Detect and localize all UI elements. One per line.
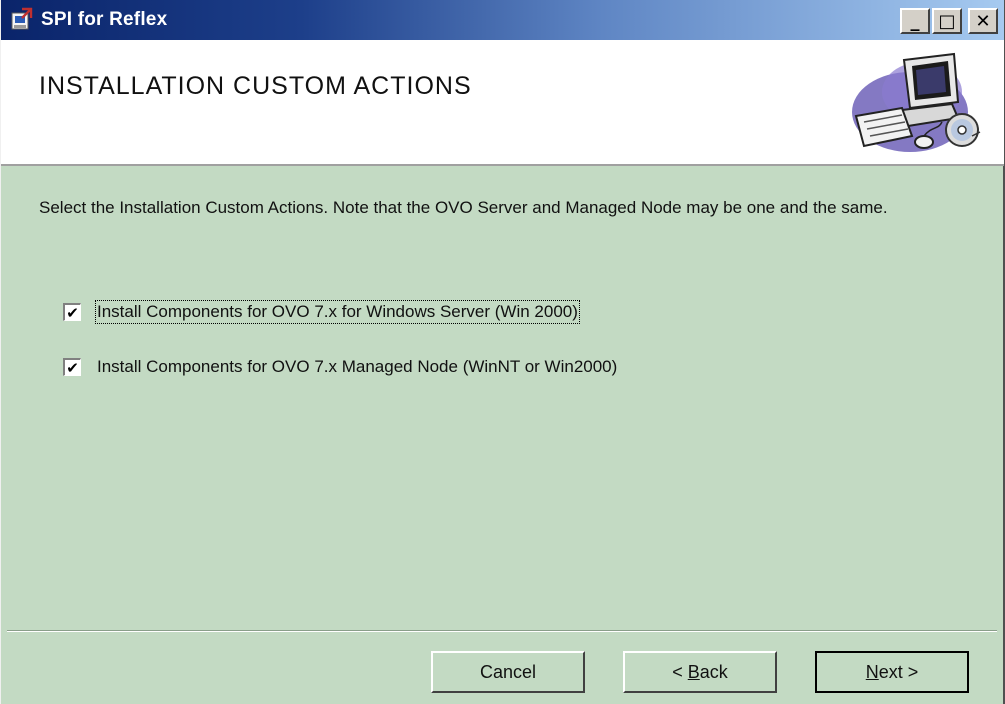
wizard-header: INSTALLATION CUSTOM ACTIONS — [1, 40, 1004, 166]
back-button[interactable]: < Back — [623, 651, 777, 693]
minimize-button[interactable]: _ — [900, 8, 930, 34]
checkmark-icon: ✔ — [66, 358, 79, 377]
installer-app-icon[interactable] — [9, 7, 35, 33]
managed-node-checkbox[interactable]: ✔ — [63, 358, 81, 377]
managed-node-label[interactable]: Install Components for OVO 7.x Managed N… — [97, 357, 617, 377]
back-button-label: < Back — [672, 661, 728, 682]
win-server-checkbox[interactable]: ✔ — [63, 303, 81, 322]
window-controls: _ □ ✕ — [900, 8, 998, 34]
next-button-label: Next > — [865, 661, 919, 682]
close-button[interactable]: ✕ — [968, 8, 998, 34]
option-managed-node[interactable]: ✔ Install Components for OVO 7.x Managed… — [63, 357, 617, 377]
installer-window: SPI for Reflex _ □ ✕ INSTALLATION CUSTOM… — [0, 0, 1005, 704]
win-server-label[interactable]: Install Components for OVO 7.x for Windo… — [95, 300, 580, 324]
checkmark-icon: ✔ — [66, 303, 79, 322]
window-title: SPI for Reflex — [41, 9, 168, 30]
next-button[interactable]: Next > — [815, 651, 969, 693]
computer-with-cd-icon — [852, 52, 981, 152]
title-bar[interactable]: SPI for Reflex _ □ ✕ — [1, 0, 1004, 40]
cancel-button[interactable]: Cancel — [431, 651, 585, 693]
maximize-icon: □ — [938, 10, 956, 32]
option-win-server[interactable]: ✔ Install Components for OVO 7.x for Win… — [63, 300, 580, 324]
minimize-icon: _ — [910, 10, 920, 32]
page-title: INSTALLATION CUSTOM ACTIONS — [39, 72, 472, 100]
footer-divider — [7, 630, 997, 632]
close-icon: ✕ — [975, 10, 991, 32]
cancel-button-label: Cancel — [479, 661, 537, 682]
maximize-button[interactable]: □ — [932, 8, 962, 34]
instructions-text: Select the Installation Custom Actions. … — [39, 198, 888, 217]
